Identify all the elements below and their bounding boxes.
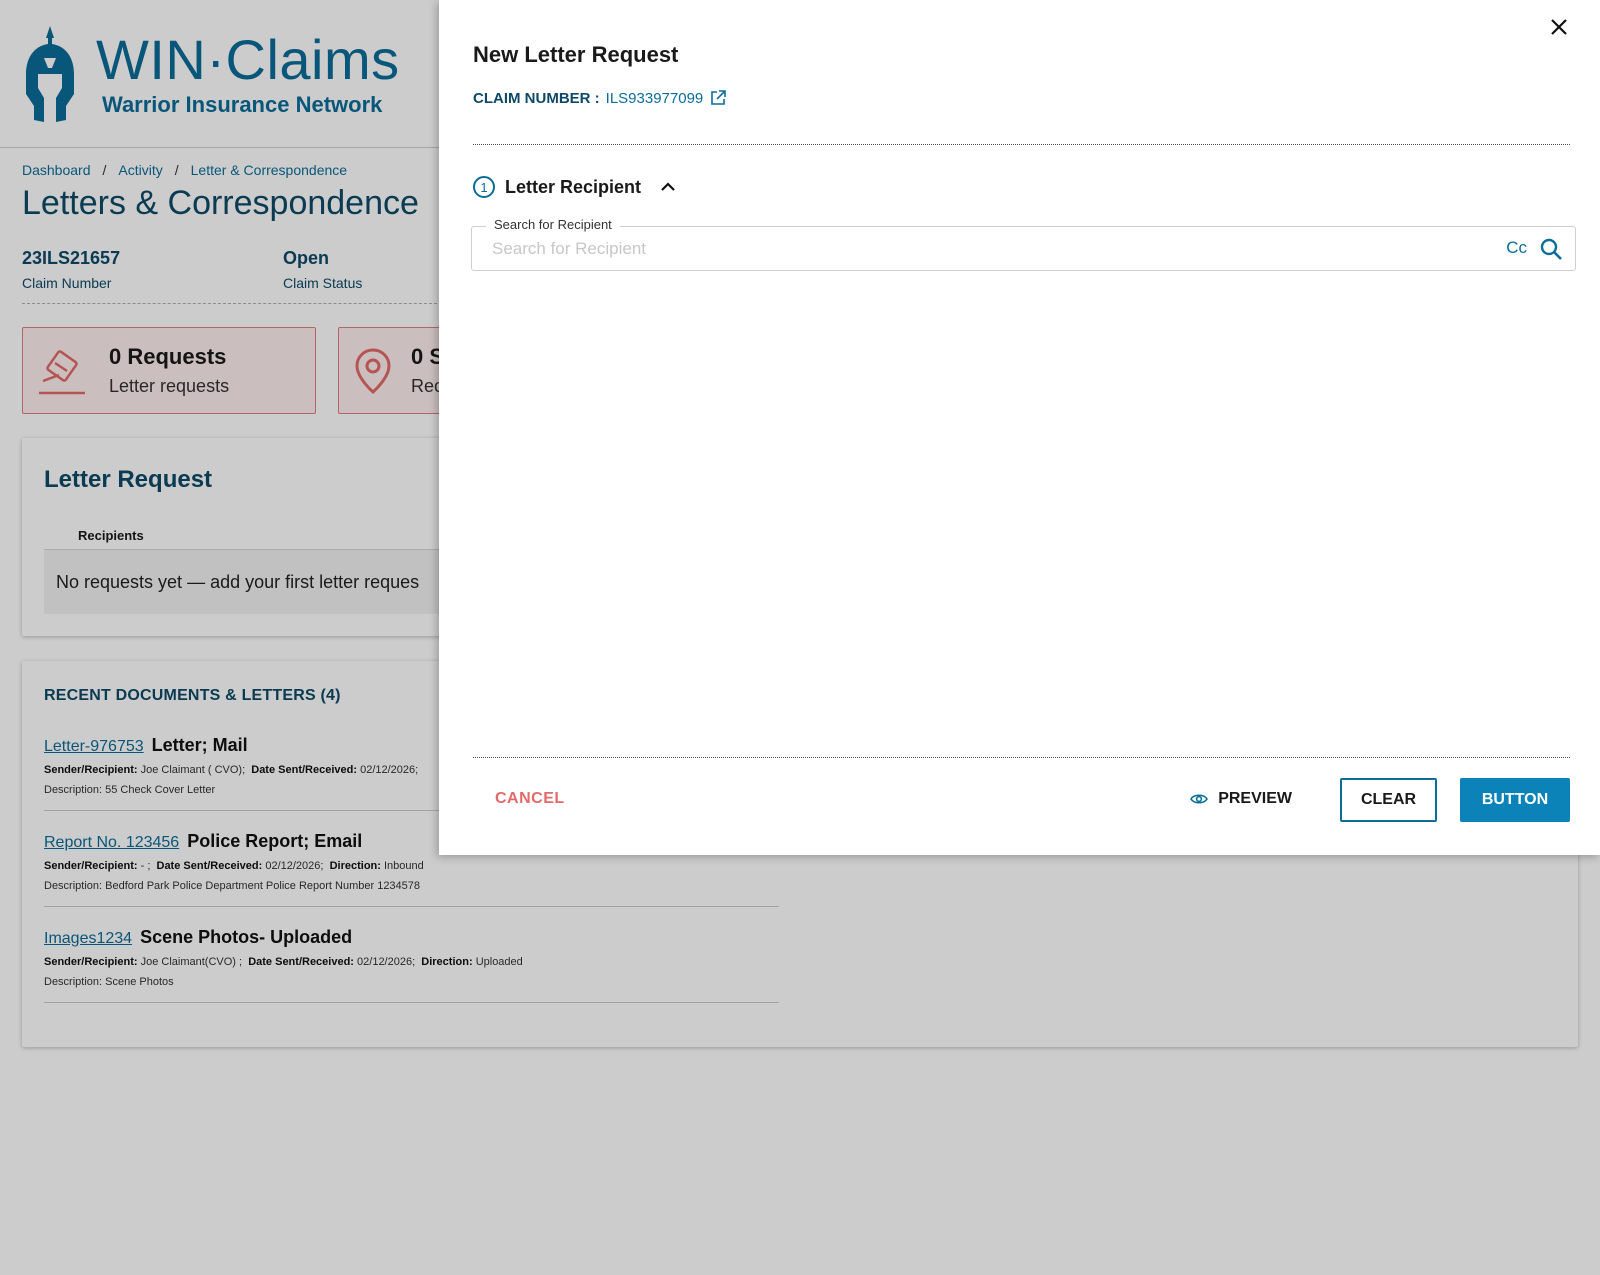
recipient-search-input[interactable]: [492, 235, 1452, 263]
claim-number-label: CLAIM NUMBER :: [473, 89, 600, 107]
header-divider: [473, 144, 1570, 145]
cancel-button[interactable]: CANCEL: [495, 790, 565, 808]
claim-number-link[interactable]: ILS933977099: [606, 90, 704, 107]
primary-button[interactable]: BUTTON: [1460, 778, 1570, 822]
chevron-up-icon[interactable]: [659, 178, 677, 196]
footer-divider: [473, 757, 1570, 758]
drawer-title: New Letter Request: [473, 42, 679, 67]
external-link-icon[interactable]: [709, 89, 727, 107]
search-icon[interactable]: [1539, 237, 1563, 261]
recipient-search-field: Search for Recipient Cc: [471, 217, 1576, 271]
claim-number-line: CLAIM NUMBER : ILS933977099: [473, 89, 727, 107]
step-label: Letter Recipient: [505, 176, 642, 197]
clear-button[interactable]: CLEAR: [1340, 778, 1437, 822]
close-button[interactable]: [1544, 12, 1574, 42]
search-legend: Search for Recipient: [486, 217, 620, 232]
cc-button[interactable]: Cc: [1506, 238, 1527, 258]
eye-icon: [1190, 794, 1209, 804]
drawer-footer: CANCEL PREVIEW CLEAR BUTTON: [473, 778, 1570, 822]
new-letter-request-drawer: New Letter Request CLAIM NUMBER : ILS933…: [439, 0, 1600, 855]
preview-label: PREVIEW: [1218, 790, 1292, 807]
preview-button[interactable]: PREVIEW: [1190, 790, 1292, 808]
step-number: 1: [473, 176, 495, 198]
close-icon: [1551, 19, 1567, 35]
step-letter-recipient[interactable]: 1 Letter Recipient: [473, 176, 677, 198]
